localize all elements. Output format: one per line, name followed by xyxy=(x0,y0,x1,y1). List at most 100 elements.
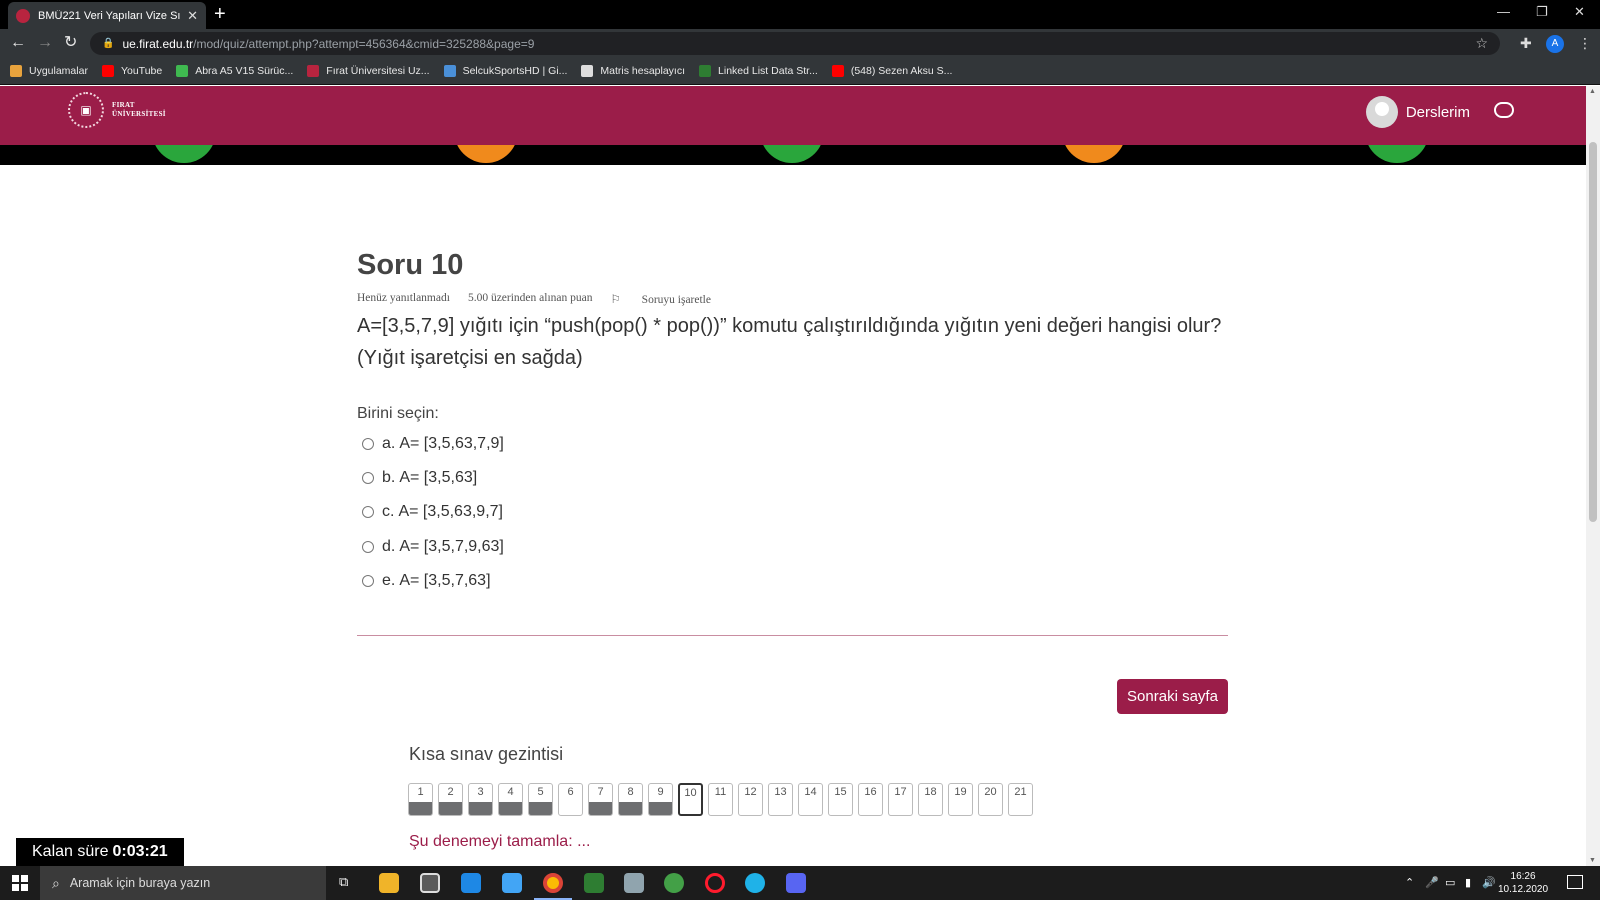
bookmark-item[interactable]: Matris hesaplayıcı xyxy=(581,65,685,77)
app-icon[interactable] xyxy=(624,873,644,893)
flag-question-link[interactable]: ⚐ Soruyu işaretle xyxy=(610,292,729,306)
address-bar[interactable]: 🔒 ue.firat.edu.tr /mod/quiz/attempt.php?… xyxy=(90,32,1500,55)
store-icon[interactable] xyxy=(420,873,440,893)
close-tab-icon[interactable]: ✕ xyxy=(187,8,198,24)
quiz-nav-button[interactable]: 13 xyxy=(768,783,793,816)
messages-icon[interactable] xyxy=(1494,102,1514,118)
app-icon[interactable] xyxy=(584,873,604,893)
answer-option[interactable]: e. A= [3,5,7,63] xyxy=(362,572,491,590)
bookmark-item[interactable]: Abra A5 V15 Sürüc... xyxy=(176,65,293,77)
next-page-button[interactable]: Sonraki sayfa xyxy=(1117,679,1228,714)
time-left-box: Kalan süre 0:03:21 xyxy=(16,838,184,866)
answer-radio[interactable] xyxy=(362,506,374,518)
app-icon[interactable] xyxy=(502,873,522,893)
new-tab-button[interactable]: + xyxy=(214,4,226,24)
answer-radio[interactable] xyxy=(362,472,374,484)
logo-line-1: FIRAT xyxy=(112,101,135,109)
answer-letter: e. xyxy=(382,572,396,589)
quiz-nav-button[interactable]: 11 xyxy=(708,783,733,816)
quiz-nav-button[interactable]: 14 xyxy=(798,783,823,816)
page-scrollbar[interactable]: ▲ ▼ xyxy=(1586,86,1600,866)
quiz-nav-button[interactable]: 16 xyxy=(858,783,883,816)
time-left-label: Kalan süre xyxy=(32,843,109,860)
answer-option[interactable]: d. A= [3,5,7,9,63] xyxy=(362,538,504,556)
file-explorer-icon[interactable] xyxy=(379,873,399,893)
quiz-nav-button[interactable]: 12 xyxy=(738,783,763,816)
bookmark-item[interactable]: Linked List Data Str... xyxy=(699,65,818,77)
university-seal-icon: ▣ xyxy=(68,92,104,128)
quiz-nav-button[interactable]: 17 xyxy=(888,783,913,816)
quiz-nav-button[interactable]: 5 xyxy=(528,783,553,816)
scroll-down-icon[interactable]: ▼ xyxy=(1589,857,1596,864)
extensions-puzzle-icon[interactable]: ✚ xyxy=(1520,35,1532,52)
taskbar-search[interactable]: ⌕ Aramak için buraya yazın xyxy=(40,866,326,900)
quiz-nav-button[interactable]: 3 xyxy=(468,783,493,816)
divider xyxy=(357,635,1228,636)
forward-icon[interactable]: → xyxy=(37,34,53,52)
clock-date: 10.12.2020 xyxy=(1498,884,1549,895)
back-icon[interactable]: ← xyxy=(10,34,26,52)
restore-icon[interactable]: ❐ xyxy=(1536,4,1548,20)
question-text: A=[3,5,7,9] yığıtı için “push(pop() * po… xyxy=(357,315,1222,369)
answer-radio[interactable] xyxy=(362,575,374,587)
mail-icon[interactable] xyxy=(461,873,481,893)
quiz-nav-button[interactable]: 21 xyxy=(1008,783,1033,816)
quiz-nav-button[interactable]: 20 xyxy=(978,783,1003,816)
profile-avatar[interactable]: A xyxy=(1546,35,1564,53)
answer-radio[interactable] xyxy=(362,541,374,553)
browser-menu-icon[interactable]: ⋮ xyxy=(1578,35,1592,52)
question-status: Henüz yanıtlanmadı xyxy=(357,292,450,304)
discord-icon[interactable] xyxy=(786,873,806,893)
quiz-nav-button[interactable]: 7 xyxy=(588,783,613,816)
whatsapp-icon[interactable] xyxy=(664,873,684,893)
quiz-nav-button[interactable]: 4 xyxy=(498,783,523,816)
chrome-icon[interactable] xyxy=(543,873,563,893)
quiz-nav-button[interactable]: 10 xyxy=(678,783,703,816)
answer-option[interactable]: c. A= [3,5,63,9,7] xyxy=(362,503,503,521)
windows-taskbar: ⌕ Aramak için buraya yazın ⧉ ⌃ 🎤 ▭ ▮ 🔊 1… xyxy=(0,866,1600,900)
edge-icon[interactable] xyxy=(745,873,765,893)
windows-start-icon[interactable] xyxy=(12,875,28,891)
university-logo[interactable]: ▣ FIRAT ÜNİVERSİTESİ xyxy=(68,92,166,128)
quiz-nav-button[interactable]: 15 xyxy=(828,783,853,816)
scroll-up-icon[interactable]: ▲ xyxy=(1589,88,1596,95)
quiz-nav-button[interactable]: 19 xyxy=(948,783,973,816)
user-menu[interactable]: Derslerim xyxy=(1365,96,1470,128)
quiz-nav-button[interactable]: 9 xyxy=(648,783,673,816)
quiz-nav-button[interactable]: 1 xyxy=(408,783,433,816)
network-icon[interactable]: ▭ xyxy=(1445,876,1455,889)
microphone-icon[interactable]: 🎤 xyxy=(1425,876,1439,889)
bookmark-favicon-icon xyxy=(10,65,22,77)
answer-radio[interactable] xyxy=(362,438,374,450)
quiz-nav-button[interactable]: 2 xyxy=(438,783,463,816)
bookmark-label: (548) Sezen Aksu S... xyxy=(850,65,953,77)
volume-icon[interactable]: 🔊 xyxy=(1482,876,1496,889)
tray-chevron-icon[interactable]: ⌃ xyxy=(1405,876,1414,889)
bookmark-item[interactable]: Fırat Üniversitesi Uz... xyxy=(307,65,430,77)
finish-attempt-link[interactable]: Şu denemeyi tamamla: ... xyxy=(409,833,590,851)
bookmark-item[interactable]: YouTube xyxy=(101,65,162,77)
minimize-icon[interactable]: — xyxy=(1497,4,1510,19)
battery-icon[interactable]: ▮ xyxy=(1465,876,1471,889)
bookmark-star-icon[interactable]: ☆ xyxy=(1475,35,1488,52)
system-clock[interactable]: 16:26 10.12.2020 xyxy=(1498,870,1548,896)
browser-tab[interactable]: BMÜ221 Veri Yapıları Vize Sınavı ✕ xyxy=(8,2,206,29)
quiz-nav-button[interactable]: 18 xyxy=(918,783,943,816)
reload-icon[interactable]: ↻ xyxy=(64,34,77,52)
answer-letter: c. xyxy=(382,503,395,520)
opera-icon[interactable] xyxy=(705,873,725,893)
scrollbar-thumb[interactable] xyxy=(1589,142,1597,522)
bookmark-item[interactable]: Uygulamalar xyxy=(10,65,88,77)
answer-option[interactable]: a. A= [3,5,63,7,9] xyxy=(362,435,504,453)
site-header: ▣ FIRAT ÜNİVERSİTESİ Derslerim xyxy=(0,86,1586,145)
close-window-icon[interactable]: ✕ xyxy=(1574,4,1585,20)
quiz-nav-button[interactable]: 8 xyxy=(618,783,643,816)
bookmark-item[interactable]: SelcukSportsHD | Gi... xyxy=(443,65,567,77)
bookmark-item[interactable]: (548) Sezen Aksu S... xyxy=(831,65,953,77)
task-view-icon[interactable]: ⧉ xyxy=(339,874,348,890)
notifications-icon[interactable] xyxy=(1567,875,1583,889)
quiz-nav-button[interactable]: 6 xyxy=(558,783,583,816)
bookmark-label: Linked List Data Str... xyxy=(718,65,818,77)
answer-option[interactable]: b. A= [3,5,63] xyxy=(362,469,477,487)
answer-text: A= [3,5,7,63] xyxy=(399,572,491,589)
